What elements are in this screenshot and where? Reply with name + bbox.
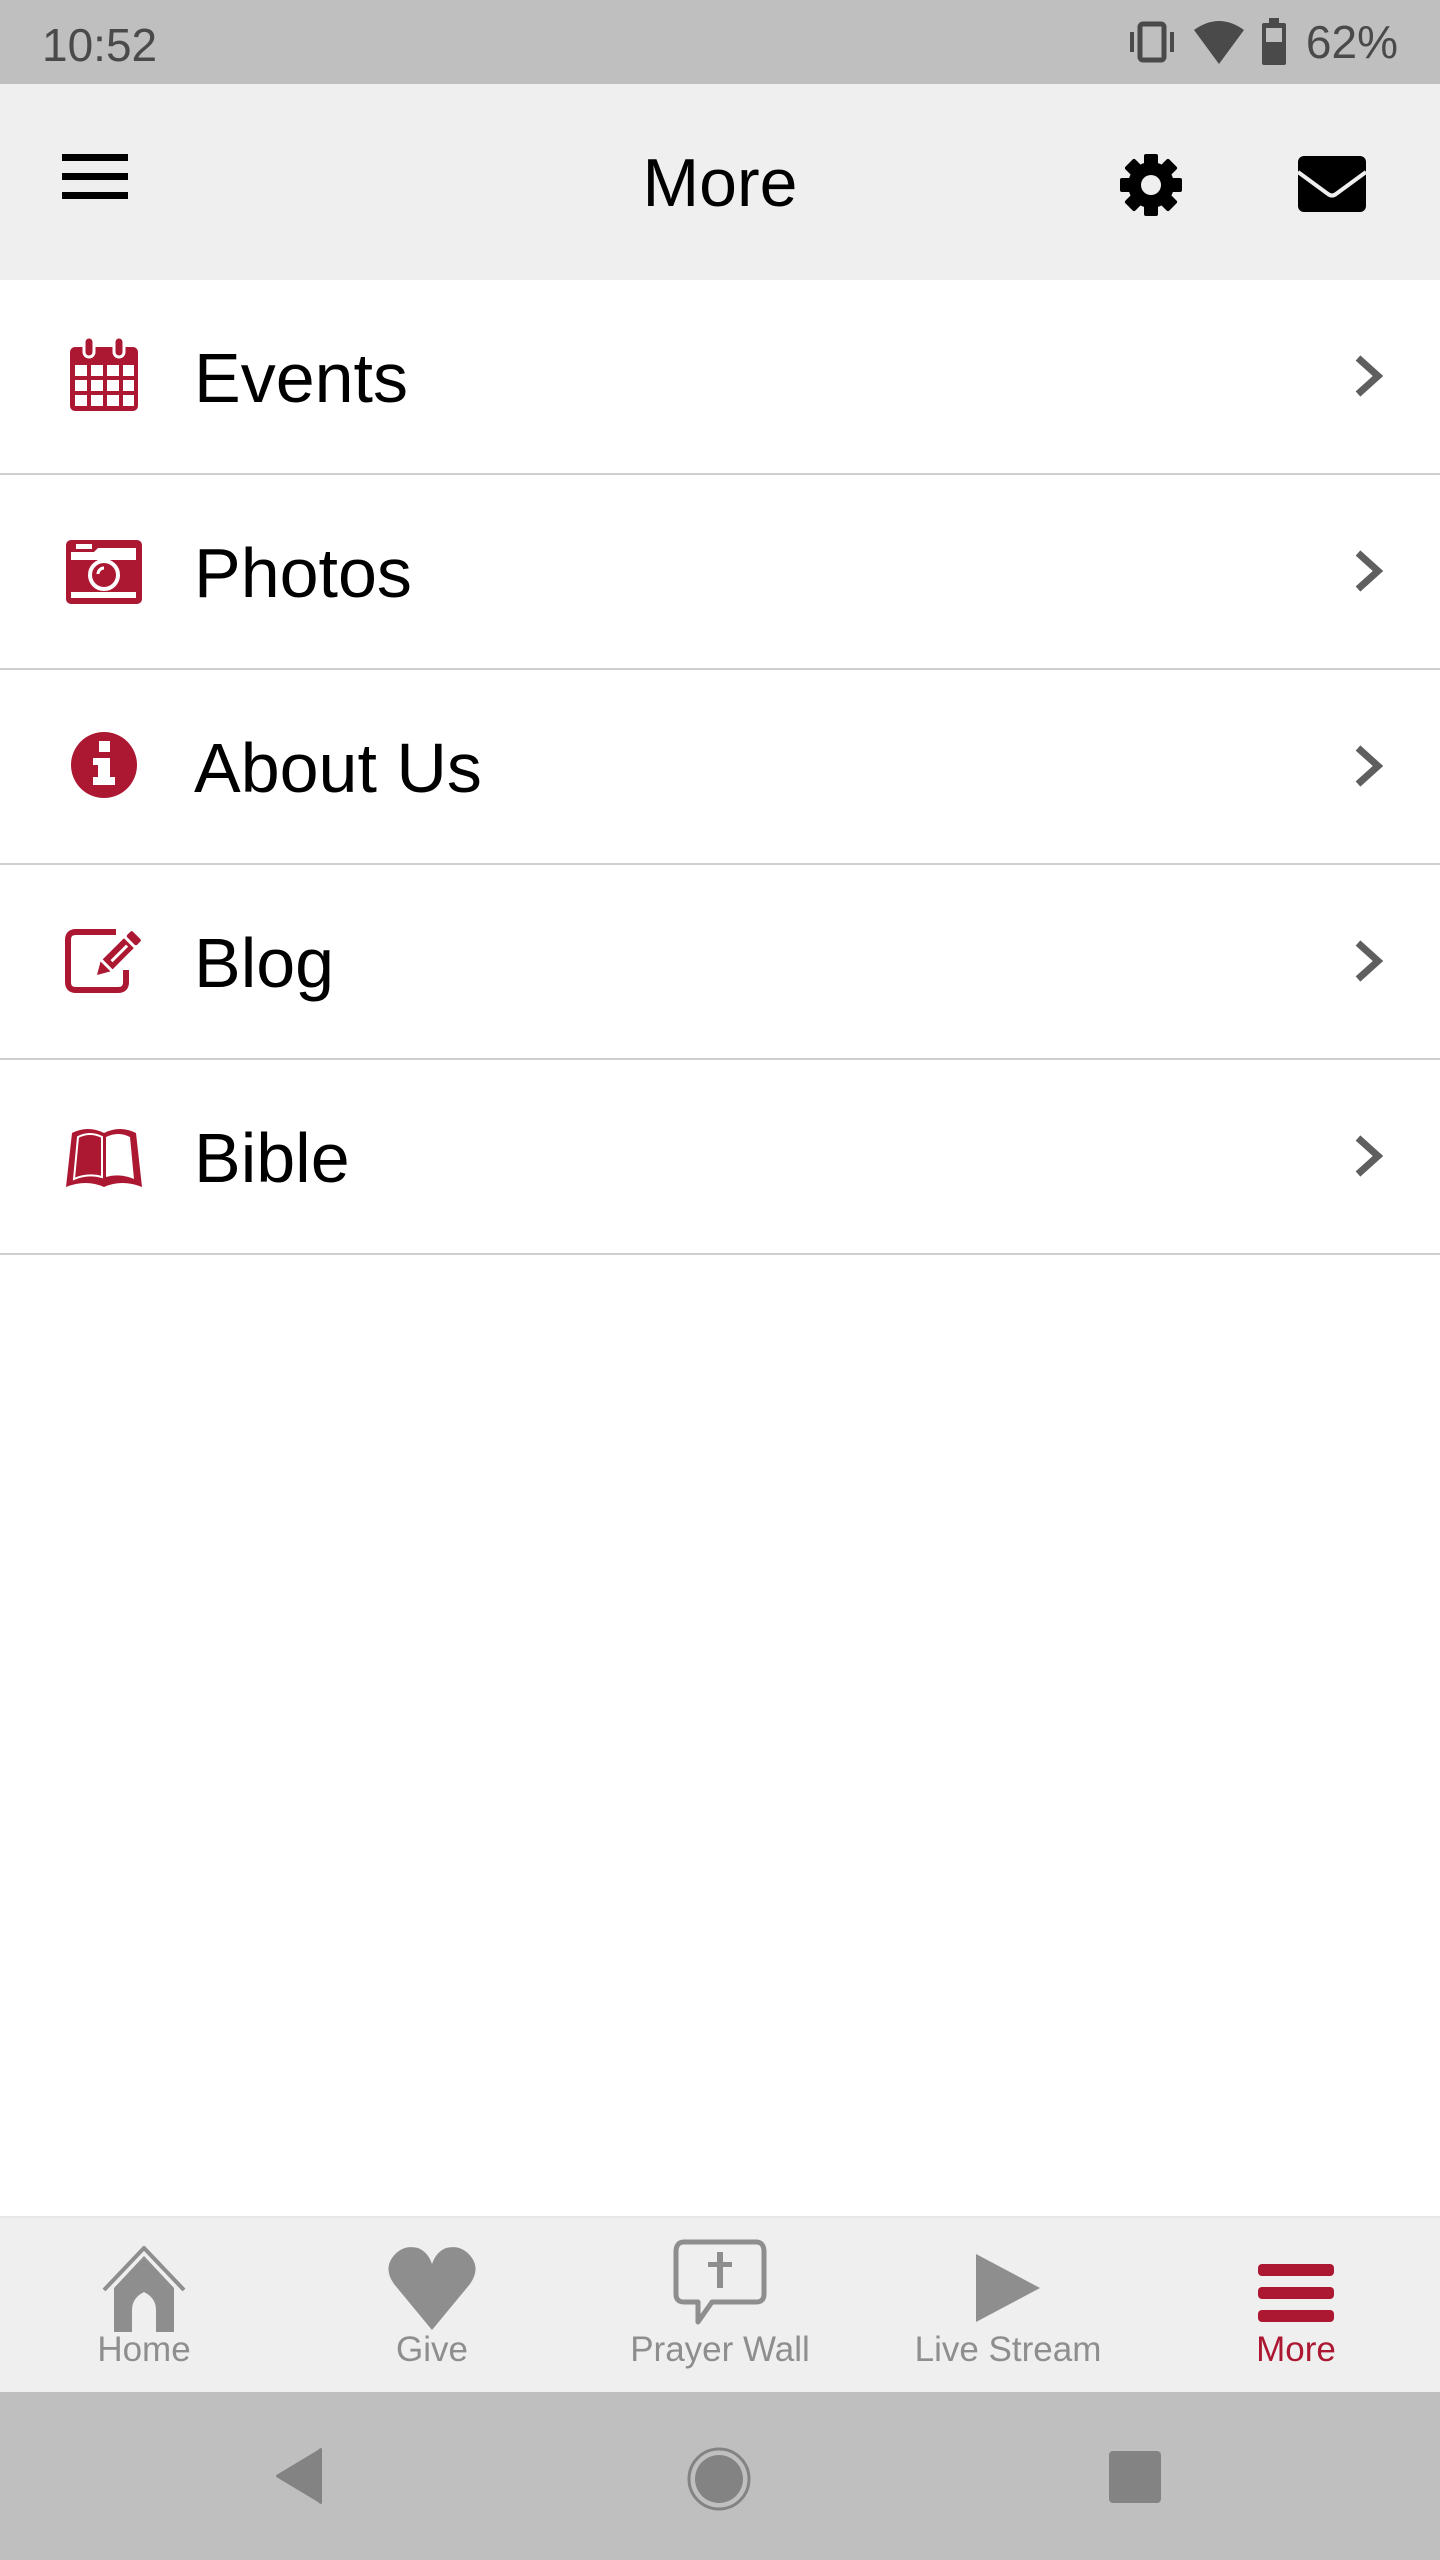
menu-item-label: About Us <box>194 729 482 807</box>
book-icon <box>66 1129 142 1187</box>
tab-label: Live Stream <box>914 2330 1102 2369</box>
heart-icon <box>388 2247 476 2330</box>
play-icon <box>976 2254 1040 2322</box>
menu-item-label: Events <box>194 339 408 417</box>
settings-button[interactable] <box>1118 152 1184 218</box>
camera-icon <box>66 540 142 604</box>
calendar-icon <box>70 335 138 411</box>
chevron-right-icon <box>1355 745 1384 787</box>
tab-prayer-wall[interactable]: Prayer Wall <box>576 2218 864 2392</box>
menu-icon <box>1258 2264 1334 2322</box>
menu-item-label: Photos <box>194 534 412 612</box>
tab-label: Home <box>97 2330 191 2369</box>
chevron-right-icon <box>1355 355 1384 397</box>
status-time: 10:52 <box>42 19 158 71</box>
wifi-icon <box>1193 21 1244 64</box>
page-title: More <box>642 145 798 221</box>
menu-item-label: Bible <box>194 1119 350 1197</box>
messages-button[interactable] <box>1296 154 1368 214</box>
prayer-bubble-icon <box>673 2239 767 2325</box>
menu-item-bible[interactable]: Bible <box>0 1060 1440 1255</box>
system-navigation-bar <box>0 2392 1440 2560</box>
tab-label: Prayer Wall <box>630 2330 810 2369</box>
menu-item-blog[interactable]: Blog <box>0 865 1440 1060</box>
tab-live-stream[interactable]: Live Stream <box>864 2218 1152 2392</box>
menu-item-label: Blog <box>194 924 335 1002</box>
chevron-right-icon <box>1355 550 1384 592</box>
more-menu-list: Events Photos About Us Blog Bible <box>0 280 1440 1255</box>
battery-icon <box>1261 18 1286 65</box>
edit-icon <box>65 929 141 993</box>
home-icon <box>102 2246 186 2332</box>
tab-home[interactable]: Home <box>0 2218 288 2392</box>
status-icons: 62% <box>1126 14 1398 70</box>
app-header: More <box>0 84 1440 280</box>
tab-more[interactable]: More <box>1152 2218 1440 2392</box>
battery-percent: 62% <box>1305 16 1398 68</box>
recents-button[interactable] <box>1108 2450 1162 2504</box>
menu-item-photos[interactable]: Photos <box>0 475 1440 670</box>
status-bar: 10:52 62% <box>0 0 1440 84</box>
tab-label: More <box>1256 2330 1336 2369</box>
tab-give[interactable]: Give <box>288 2218 576 2392</box>
chevron-right-icon <box>1355 1135 1384 1177</box>
back-button[interactable] <box>272 2446 328 2506</box>
tab-label: Give <box>396 2330 468 2369</box>
bottom-tab-bar: Home Give Prayer Wall Live Stream More <box>0 2216 1440 2392</box>
menu-item-events[interactable]: Events <box>0 280 1440 475</box>
mail-icon <box>1296 156 1368 212</box>
menu-item-about-us[interactable]: About Us <box>0 670 1440 865</box>
home-button[interactable] <box>686 2446 752 2512</box>
gear-icon <box>1120 154 1182 216</box>
vibrate-icon <box>1129 21 1174 63</box>
info-icon <box>71 732 137 798</box>
chevron-right-icon <box>1355 940 1384 982</box>
